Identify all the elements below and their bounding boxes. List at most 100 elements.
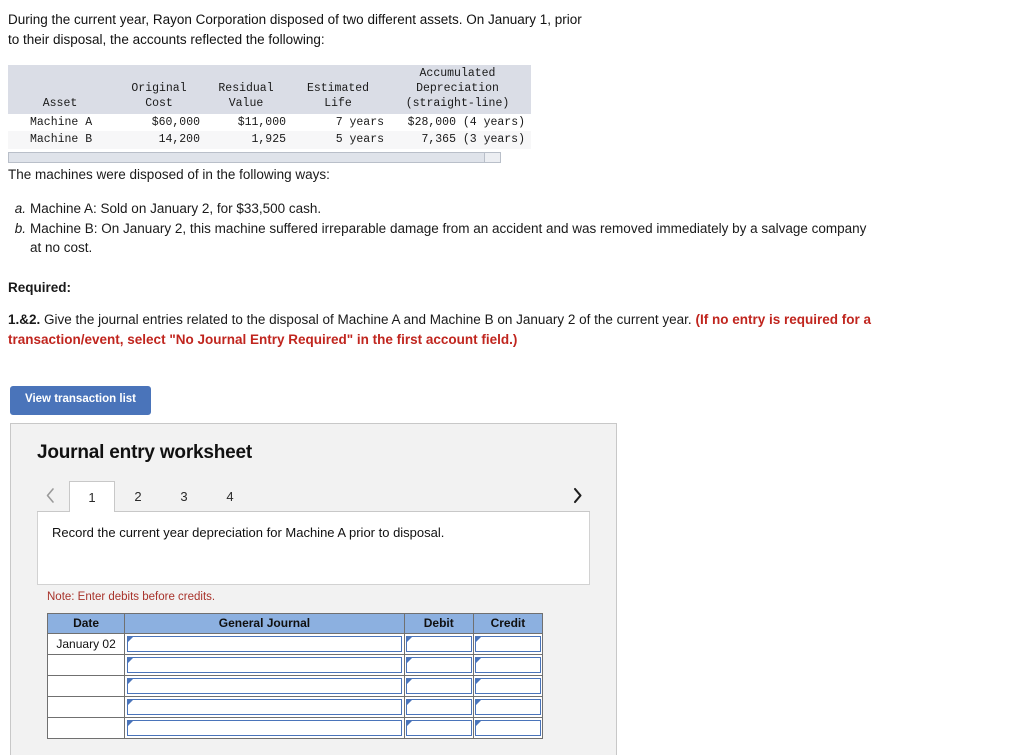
journal-row — [46, 717, 544, 739]
tab-4[interactable]: 4 — [207, 481, 253, 511]
journal-date-cell[interactable] — [46, 654, 126, 676]
worksheet-instruction-text: Record the current year depreciation for… — [52, 525, 445, 540]
journal-account-cell[interactable] — [124, 696, 405, 718]
account-input[interactable] — [127, 678, 402, 694]
dropdown-marker-icon — [128, 679, 134, 684]
table-header-row: Asset Original Cost Residual Value Estim… — [8, 65, 531, 114]
dropdown-marker-icon — [475, 721, 481, 726]
requirement-text: Give the journal entries related to the … — [44, 312, 692, 327]
list-item: b. Machine B: On January 2, this machine… — [8, 219, 878, 258]
journal-row: January 02 — [46, 633, 544, 655]
journal-date-cell[interactable] — [46, 696, 126, 718]
tab-3[interactable]: 3 — [161, 481, 207, 511]
account-input[interactable] — [127, 720, 402, 736]
credit-input[interactable] — [474, 657, 541, 673]
dropdown-marker-icon — [475, 700, 481, 705]
account-input[interactable] — [127, 636, 402, 652]
header-residual-value: Residual Value — [206, 65, 292, 114]
journal-credit-cell[interactable] — [472, 696, 544, 718]
dropdown-marker-icon — [128, 700, 134, 705]
debit-input[interactable] — [405, 657, 472, 673]
journal-debit-cell[interactable] — [403, 675, 474, 697]
worksheet-note: Note: Enter debits before credits. — [47, 591, 216, 603]
required-heading: Required: — [8, 280, 72, 295]
journal-account-cell[interactable] — [124, 675, 405, 697]
table-row: Machine A $60,000 $11,000 7 years $28,00… — [8, 113, 531, 132]
journal-header-debit: Debit — [403, 613, 474, 634]
list-item-marker: b. — [14, 220, 26, 236]
journal-credit-cell[interactable] — [472, 654, 544, 676]
account-input[interactable] — [127, 699, 402, 715]
journal-debit-cell[interactable] — [403, 717, 474, 739]
journal-entry-table: Date General Journal Debit Credit Januar… — [46, 613, 544, 739]
tab-list: 1 2 3 4 — [69, 480, 253, 512]
journal-header-general-journal: General Journal — [124, 613, 405, 634]
cell-asset: Machine A — [8, 113, 118, 132]
cell-original-cost: 14,200 — [118, 131, 206, 149]
dropdown-marker-icon — [128, 721, 134, 726]
header-accumulated-depreciation: Accumulated Depreciation (straight-line) — [390, 65, 531, 114]
tab-2[interactable]: 2 — [115, 481, 161, 511]
worksheet-tab-bar: 1 2 3 4 — [11, 480, 616, 512]
cell-estimated-life: 5 years — [292, 131, 390, 149]
list-item: a. Machine A: Sold on January 2, for $33… — [8, 199, 878, 219]
journal-debit-cell[interactable] — [403, 633, 474, 655]
credit-input[interactable] — [474, 636, 541, 652]
problem-page: During the current year, Rayon Corporati… — [0, 0, 1024, 755]
scrollbar-thumb[interactable] — [9, 152, 486, 162]
cell-residual-value: 1,925 — [206, 131, 292, 149]
requirement-block: 1.&2. Give the journal entries related t… — [8, 310, 888, 351]
journal-entry-worksheet-panel: Journal entry worksheet 1 2 3 4 Record t… — [10, 423, 617, 755]
journal-debit-cell[interactable] — [403, 696, 474, 718]
journal-date-cell[interactable] — [46, 717, 126, 739]
journal-account-cell[interactable] — [124, 654, 405, 676]
journal-credit-cell[interactable] — [472, 633, 544, 655]
journal-header-date: Date — [46, 613, 126, 634]
journal-date-cell[interactable] — [46, 675, 126, 697]
credit-input[interactable] — [474, 720, 541, 736]
dropdown-marker-icon — [475, 679, 481, 684]
header-original-cost: Original Cost — [118, 65, 206, 114]
credit-input[interactable] — [474, 678, 541, 694]
journal-credit-cell[interactable] — [472, 675, 544, 697]
journal-header-credit: Credit — [472, 613, 544, 634]
disposed-intro-text: The machines were disposed of in the fol… — [8, 167, 330, 182]
list-item-marker: a. — [14, 201, 26, 216]
credit-input[interactable] — [474, 699, 541, 715]
journal-row — [46, 654, 544, 676]
next-page-chevron-icon[interactable] — [564, 480, 590, 510]
requirement-number: 1.&2. — [8, 312, 41, 327]
cell-estimated-life: 7 years — [292, 113, 390, 132]
tab-underline — [37, 511, 590, 512]
dropdown-marker-icon — [128, 658, 134, 663]
journal-account-cell[interactable] — [124, 633, 405, 655]
journal-row — [46, 696, 544, 718]
cell-accumulated-depreciation: 7,365 (3 years) — [390, 131, 531, 149]
debit-input[interactable] — [405, 678, 472, 694]
view-transaction-list-button[interactable]: View transaction list — [10, 386, 151, 415]
debit-input[interactable] — [405, 720, 472, 736]
account-input[interactable] — [127, 657, 402, 673]
dropdown-marker-icon — [475, 637, 481, 642]
journal-date-cell[interactable]: January 02 — [46, 633, 126, 655]
journal-header-row: Date General Journal Debit Credit — [46, 613, 544, 634]
asset-data-table: Asset Original Cost Residual Value Estim… — [8, 65, 531, 149]
worksheet-title: Journal entry worksheet — [37, 442, 253, 463]
journal-debit-cell[interactable] — [403, 654, 474, 676]
debit-input[interactable] — [405, 636, 472, 652]
debit-input[interactable] — [405, 699, 472, 715]
dropdown-marker-icon — [128, 637, 134, 642]
horizontal-scrollbar[interactable] — [8, 151, 501, 163]
tab-1[interactable]: 1 — [69, 481, 115, 512]
cell-residual-value: $11,000 — [206, 113, 292, 132]
journal-account-cell[interactable] — [124, 717, 405, 739]
cell-accumulated-depreciation: $28,000 (4 years) — [390, 113, 531, 132]
journal-credit-cell[interactable] — [472, 717, 544, 739]
cell-asset: Machine B — [8, 131, 118, 149]
prev-page-chevron-icon[interactable] — [37, 480, 63, 510]
cell-original-cost: $60,000 — [118, 113, 206, 132]
table-row: Machine B 14,200 1,925 5 years 7,365 (3 … — [8, 131, 531, 149]
dropdown-marker-icon — [475, 658, 481, 663]
header-estimated-life: Estimated Life — [292, 65, 390, 114]
disposal-list: a. Machine A: Sold on January 2, for $33… — [8, 199, 878, 258]
